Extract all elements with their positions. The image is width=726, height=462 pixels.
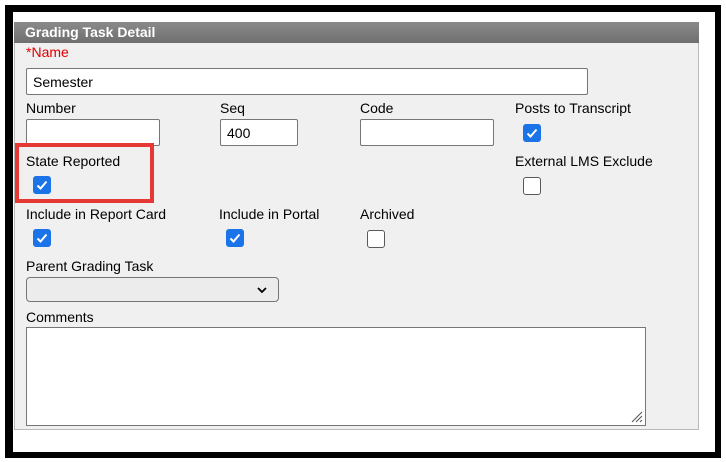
external-lms-exclude-label: External LMS Exclude: [515, 153, 653, 169]
number-field[interactable]: [26, 119, 160, 146]
comments-textarea[interactable]: [26, 327, 646, 426]
check-icon: [36, 180, 48, 190]
include-in-report-card-checkbox[interactable]: [33, 229, 51, 247]
check-icon: [229, 233, 241, 243]
include-in-portal-label: Include in Portal: [219, 206, 320, 222]
name-field[interactable]: [26, 68, 588, 95]
code-label: Code: [360, 100, 394, 116]
seq-field[interactable]: [220, 119, 298, 146]
posts-to-transcript-checkbox[interactable]: [523, 124, 541, 142]
seq-label: Seq: [220, 100, 245, 116]
archived-checkbox[interactable]: [367, 230, 385, 248]
name-label: *Name: [26, 44, 69, 60]
posts-to-transcript-label: Posts to Transcript: [515, 100, 631, 116]
external-lms-exclude-checkbox[interactable]: [523, 177, 541, 195]
name-label-text: Name: [31, 44, 69, 60]
comments-label: Comments: [26, 309, 94, 325]
parent-grading-task-label: Parent Grading Task: [26, 258, 154, 274]
state-reported-label: State Reported: [26, 153, 121, 169]
code-field[interactable]: [360, 119, 494, 146]
state-reported-checkbox[interactable]: [33, 176, 51, 194]
resize-grip-icon[interactable]: [629, 409, 643, 423]
check-icon: [526, 128, 538, 138]
include-in-report-card-label: Include in Report Card: [26, 206, 167, 222]
panel-title: Grading Task Detail: [14, 22, 699, 43]
check-icon: [36, 233, 48, 243]
number-label: Number: [26, 100, 76, 116]
chevron-down-icon: [257, 287, 267, 294]
archived-label: Archived: [360, 206, 415, 222]
include-in-portal-checkbox[interactable]: [226, 229, 244, 247]
parent-grading-task-select[interactable]: [26, 277, 279, 302]
